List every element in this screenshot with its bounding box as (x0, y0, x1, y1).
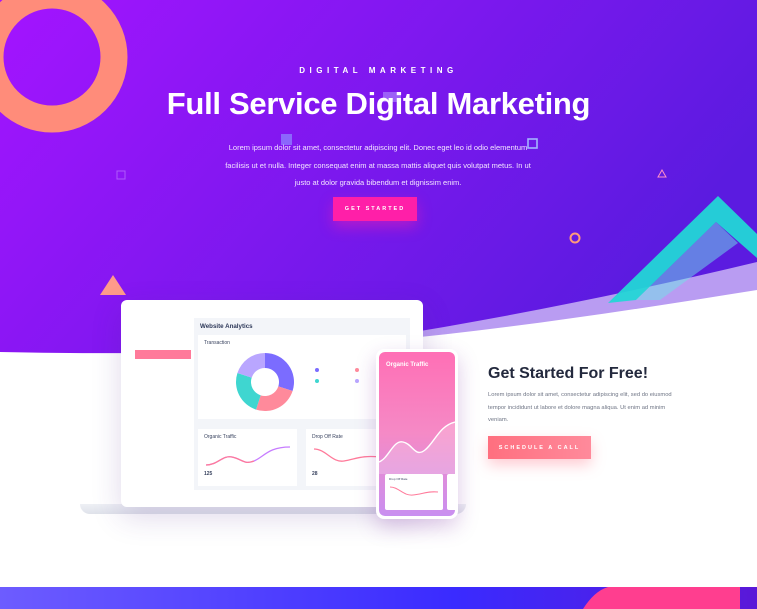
schedule-call-button[interactable]: SCHEDULE A CALL (488, 436, 591, 459)
sidebar-item (135, 368, 191, 377)
sidebar-item (135, 332, 191, 341)
get-started-button[interactable]: GET STARTED (333, 197, 417, 221)
donut-slice (256, 386, 293, 411)
legend-item (355, 379, 362, 384)
legend-item (355, 368, 362, 373)
transaction-title: Transaction (204, 340, 230, 346)
sidebar-item (135, 359, 191, 368)
organic-traffic-value: 125 (204, 471, 213, 477)
hero-description: Lorem ipsum dolor sit amet, consectetur … (225, 143, 531, 187)
cta-title: Get Started For Free! (488, 365, 649, 382)
sidebar-item-active (135, 350, 191, 359)
dashboard-sidebar (135, 318, 191, 386)
phone-card: Drop Off Rate (385, 474, 443, 510)
donut-chart (236, 353, 294, 411)
donut-slice (237, 353, 265, 378)
phone-mockup: Organic Traffic Drop Off Rate (376, 349, 458, 519)
cta-description: Lorem ipsum dolor sit amet, consectetur … (488, 392, 672, 423)
organic-traffic-card: Organic Traffic 125 (198, 429, 297, 486)
donut-slice (265, 353, 294, 391)
sidebar-item (135, 341, 191, 350)
phone-card-secondary (447, 474, 455, 510)
dashboard-title: Website Analytics (200, 323, 253, 330)
phone-title: Organic Traffic (386, 362, 429, 368)
transaction-card: Transaction (198, 335, 406, 419)
legend-item (315, 368, 322, 373)
phone-area-chart (379, 421, 455, 474)
drop-off-title: Drop Off Rate (312, 434, 343, 440)
drop-off-value: 28 (312, 471, 318, 477)
hero-title: Full Service Digital Marketing (166, 86, 591, 121)
legend-item (315, 379, 322, 384)
phone-card-title: Drop Off Rate (389, 477, 408, 481)
drop-off-line (313, 448, 381, 462)
sidebar-item (135, 377, 191, 386)
phone-card-line (389, 486, 439, 496)
hero-eyebrow: DIGITAL MARKETING (299, 66, 458, 75)
phone-screen: Organic Traffic Drop Off Rate (379, 352, 455, 516)
organic-traffic-line (205, 446, 291, 466)
donut-slice (236, 373, 261, 410)
organic-traffic-title: Organic Traffic (204, 434, 237, 440)
